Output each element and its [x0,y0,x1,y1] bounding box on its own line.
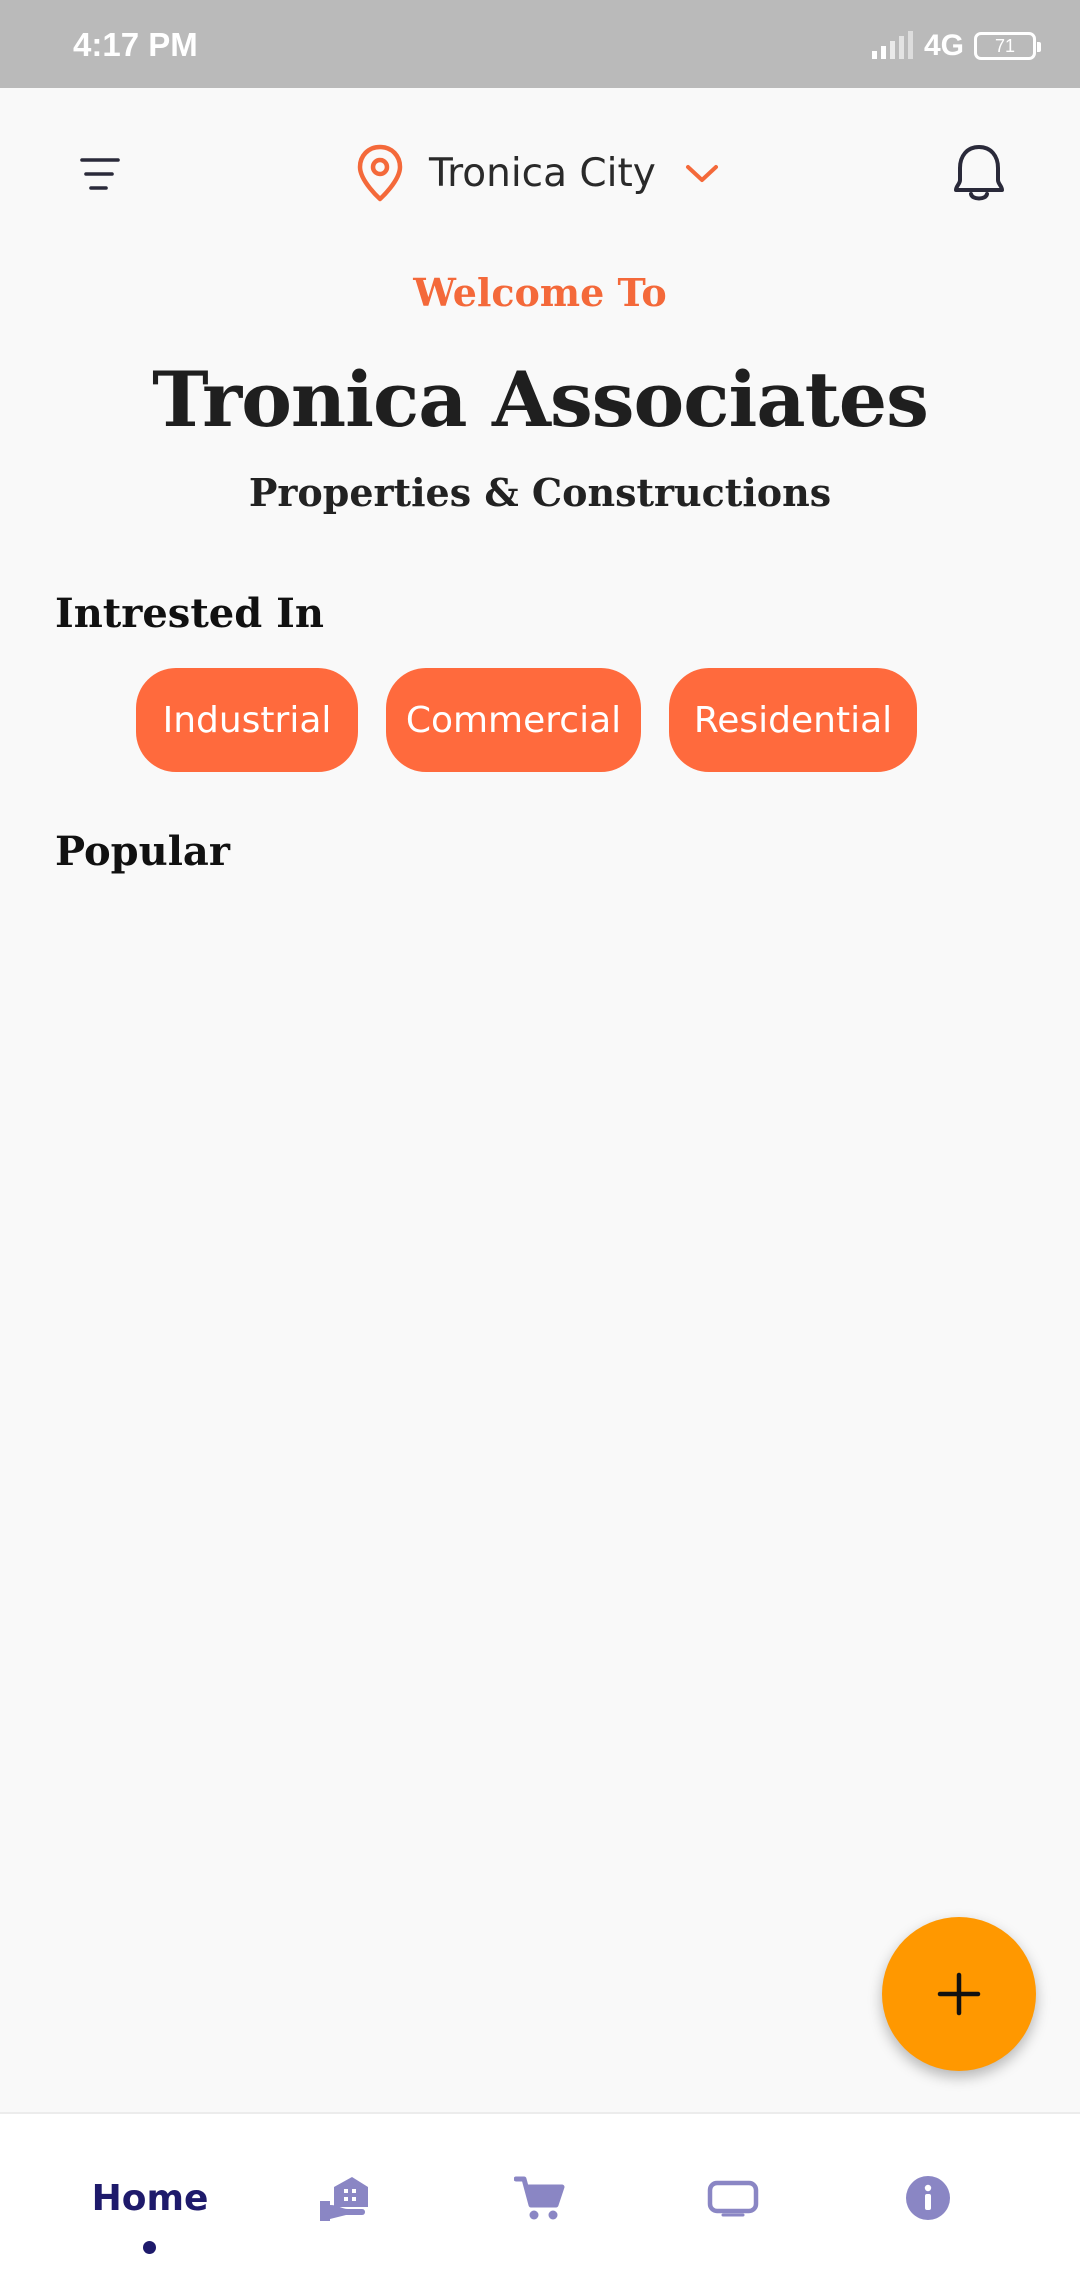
chip-commercial[interactable]: Commercial [386,668,641,772]
location-selector[interactable]: Tronica City [355,138,720,208]
battery-icon: 71 [974,32,1041,60]
bell-icon [954,145,1004,201]
chip-industrial[interactable]: Industrial [136,668,358,772]
popular-heading: Popular [55,828,230,875]
property-hand-icon [320,2177,368,2221]
add-button[interactable] [882,1917,1036,2071]
cart-icon [514,2176,565,2220]
status-icons: 4G 71 [870,28,1041,64]
battery-level: 71 [994,35,1016,56]
network-type: 4G [923,29,964,62]
company-subtitle: Properties & Constructions [248,470,832,515]
bottom-navigation: Home [0,2112,1080,2282]
top-app-bar: Tronica City [0,88,1080,258]
filter-menu-button[interactable] [72,146,128,202]
filter-menu-icon [80,158,120,190]
nav-home-label: Home [91,2177,209,2219]
location-label: Tronica City [429,150,656,196]
signal-icon [871,31,913,59]
chip-residential[interactable]: Residential [669,668,917,772]
interested-heading: Intrested In [55,590,324,637]
nav-info[interactable] [883,2114,973,2282]
chevron-down-icon [685,165,718,182]
nav-screen[interactable] [688,2114,778,2282]
nav-cart[interactable] [495,2114,585,2282]
company-title: Tronica Associates [152,355,929,444]
nav-home[interactable]: Home [70,2114,230,2282]
nav-properties[interactable] [300,2114,390,2282]
welcome-text: Welcome To [413,270,667,315]
status-bar: 4:17 PM 4G 71 [0,0,1080,88]
map-pin-icon [357,144,403,202]
info-icon [906,2176,950,2220]
notifications-button[interactable] [948,140,1010,206]
status-time: 4:17 PM [73,26,198,63]
plus-icon [937,1972,981,2016]
category-chips: Industrial Commercial Residential [0,668,1080,772]
screen-icon [707,2180,759,2217]
active-indicator [143,2241,156,2254]
